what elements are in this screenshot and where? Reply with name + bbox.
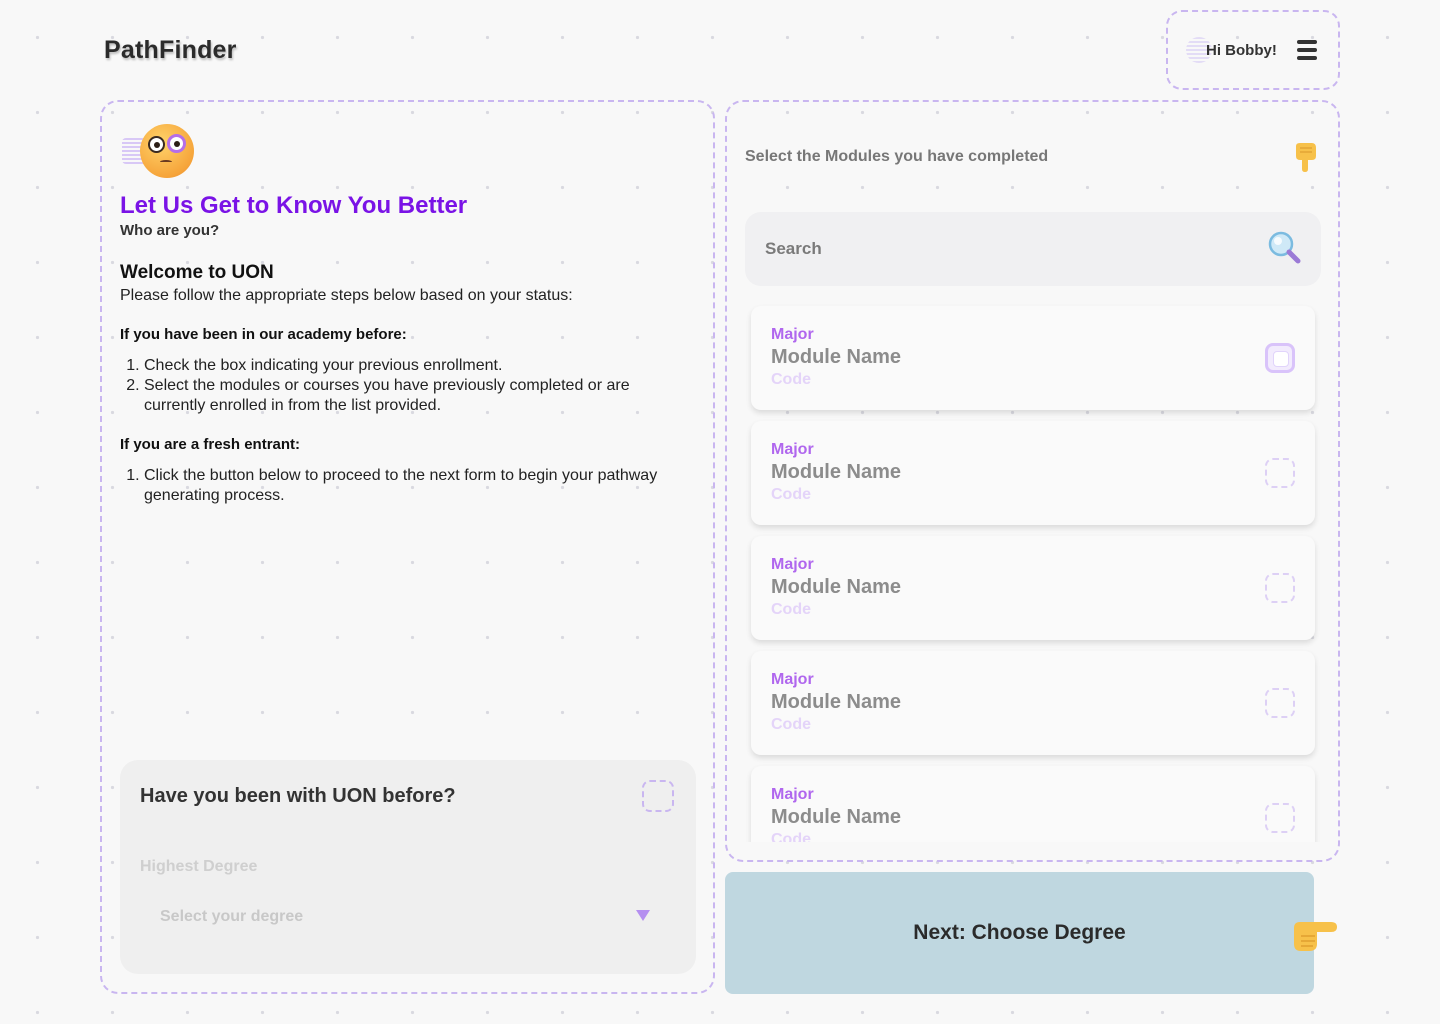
page-subheading: Who are you? [120,222,220,239]
module-major: Major [771,326,814,343]
enrollment-checkbox[interactable] [642,780,674,812]
modules-title: Select the Modules you have completed [745,148,1049,165]
module-code: Code [771,601,811,618]
fresh-steps-list: Click the button below to proceed to the… [144,466,689,506]
list-item: Select the modules or courses you have p… [144,376,689,416]
face-with-monocle-icon [122,124,194,180]
module-card[interactable]: Major Module Name Code [751,536,1315,640]
magnifying-glass-icon[interactable] [1267,230,1301,264]
module-list: Major Module Name Code Major Module Name… [745,302,1321,842]
module-card[interactable]: Major Module Name Code [751,766,1315,842]
dropdown-arrow-icon [636,910,650,921]
list-item: Click the button below to proceed to the… [144,466,689,506]
fresh-section-title: If you are a fresh entrant: [120,436,301,453]
module-code: Code [771,371,811,388]
module-major: Major [771,441,814,458]
returning-section-title: If you have been in our academy before: [120,326,407,343]
list-item: Check the box indicating your previous e… [144,356,689,376]
module-name: Module Name [771,461,902,483]
module-card[interactable]: Major Module Name Code [751,306,1315,410]
module-major: Major [771,556,814,573]
module-checkbox[interactable] [1265,343,1295,373]
hamburger-menu-icon[interactable] [1296,40,1317,60]
highest-degree-label: Highest Degree [140,858,258,875]
module-name: Module Name [771,691,902,713]
degree-select[interactable]: Select your degree [140,896,650,936]
module-major: Major [771,671,814,688]
degree-placeholder: Select your degree [160,908,304,925]
module-code: Code [771,486,811,503]
previous-enrollment-card: Have you been with UON before? Highest D… [120,760,696,974]
app-logo[interactable]: PathFinder [104,36,237,65]
page-heading: Let Us Get to Know You Better [120,192,468,219]
welcome-title: Welcome to UON [120,262,274,283]
module-card[interactable]: Major Module Name Code [751,651,1315,755]
module-checkbox[interactable] [1265,688,1295,718]
next-choose-degree-button[interactable]: Next: Choose Degree [725,872,1314,994]
pointing-down-hand-icon [1296,143,1316,172]
search-input[interactable] [765,232,1245,266]
module-major: Major [771,786,814,803]
module-code: Code [771,831,811,842]
user-menu[interactable]: Hi Bobby! [1166,10,1340,90]
module-name: Module Name [771,576,902,598]
intro-text: Please follow the appropriate steps belo… [120,287,573,304]
user-greeting: Hi Bobby! [1206,41,1277,59]
module-name: Module Name [771,806,902,828]
module-checkbox[interactable] [1265,458,1295,488]
module-search-bar [745,212,1321,286]
intro-panel: Let Us Get to Know You Better Who are yo… [100,100,715,994]
module-card[interactable]: Major Module Name Code [751,421,1315,525]
enrollment-question: Have you been with UON before? [140,785,456,807]
module-code: Code [771,716,811,733]
module-name: Module Name [771,346,902,368]
modules-panel: Select the Modules you have completed Ma… [725,100,1340,862]
returning-steps-list: Check the box indicating your previous e… [144,356,689,416]
module-checkbox[interactable] [1265,573,1295,603]
pointing-right-hand-icon [1294,922,1337,951]
module-checkbox[interactable] [1265,803,1295,833]
